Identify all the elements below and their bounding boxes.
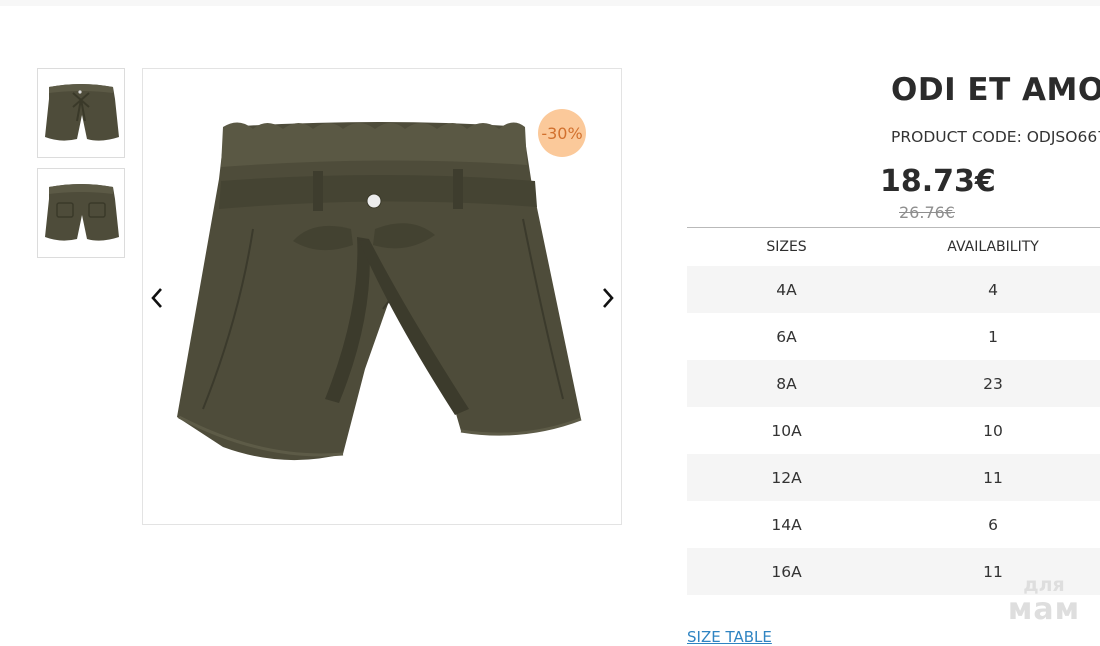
- shorts-back-icon: [45, 184, 119, 241]
- table-row: 12A 11: [687, 454, 1100, 501]
- sizes-header: SIZES: [766, 239, 807, 255]
- thumbnail-back[interactable]: [37, 168, 125, 258]
- qty-cell: 1: [988, 327, 998, 346]
- availability-table: SIZES AVAILABILITY 4A 4 6A 1 8A 23 10A 1…: [687, 227, 1100, 595]
- thumbnail-front[interactable]: [37, 68, 125, 158]
- chevron-right-icon: [603, 288, 614, 308]
- size-table-link[interactable]: SIZE TABLE: [687, 628, 772, 646]
- discount-badge: -30%: [538, 109, 586, 157]
- table-header: SIZES AVAILABILITY: [687, 227, 1100, 266]
- table-row: 4A 4: [687, 266, 1100, 313]
- top-bar: [0, 0, 1100, 6]
- next-image-button[interactable]: [597, 284, 619, 312]
- availability-header: AVAILABILITY: [947, 239, 1039, 255]
- product-title: ODI ET AMO -: [891, 72, 1100, 108]
- shorts-front-icon: [45, 84, 119, 141]
- qty-cell: 4: [988, 280, 998, 299]
- table-row: 6A 1: [687, 313, 1100, 360]
- size-cell: 8A: [776, 374, 797, 393]
- qty-cell: 11: [983, 468, 1003, 487]
- main-product-image: -30%: [142, 68, 622, 525]
- product-code: PRODUCT CODE: ODJSO667: [891, 128, 1100, 146]
- size-cell: 14A: [771, 515, 802, 534]
- size-cell: 6A: [776, 327, 797, 346]
- size-cell: 10A: [771, 421, 802, 440]
- size-cell: 12A: [771, 468, 802, 487]
- size-cell: 4A: [776, 280, 797, 299]
- size-cell: 16A: [771, 562, 802, 581]
- watermark-line2: мам: [1007, 592, 1081, 627]
- prev-image-button[interactable]: [146, 284, 168, 312]
- table-row: 8A 23: [687, 360, 1100, 407]
- table-row: 10A 10: [687, 407, 1100, 454]
- table-row: 14A 6: [687, 501, 1100, 548]
- chevron-left-icon: [151, 288, 162, 308]
- qty-cell: 10: [983, 421, 1003, 440]
- qty-cell: 6: [988, 515, 998, 534]
- watermark-logo: для мам: [1002, 576, 1086, 625]
- current-price: 18.73€: [880, 164, 996, 199]
- old-price: 26.76€: [899, 203, 955, 222]
- qty-cell: 23: [983, 374, 1003, 393]
